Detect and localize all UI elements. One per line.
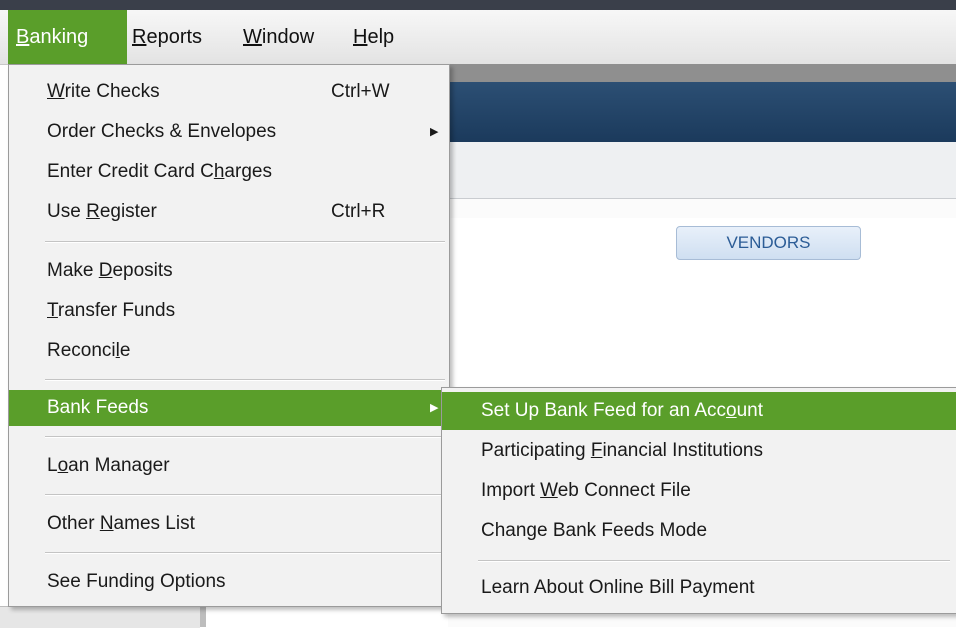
submenu-item-change-bank-feeds-mode[interactable]: Change Bank Feeds Mode <box>442 512 956 550</box>
submenu-item-set-up-bank-feed[interactable]: Set Up Bank Feed for an Account <box>442 392 956 430</box>
menu-window[interactable]: Window <box>243 10 314 64</box>
menu-bar: Banking Reports Window Help <box>0 10 956 65</box>
menu-item-label: Bank Feeds <box>47 397 149 418</box>
menu-item-see-funding-options[interactable]: See Funding Options <box>9 564 449 600</box>
menu-item-label: Order Checks & Envelopes <box>47 121 277 142</box>
menu-item-make-deposits[interactable]: Make Deposits <box>9 253 449 289</box>
menu-banking-accel: B <box>16 26 30 48</box>
submenu-item-participating-institutions[interactable]: Participating Financial Institutions <box>442 432 956 470</box>
header-band <box>448 82 956 142</box>
shortcut-label: Ctrl+R <box>331 201 386 222</box>
menu-item-bank-feeds[interactable]: Bank Feeds ▶ <box>9 390 449 426</box>
menu-item-use-register[interactable]: Use Register Ctrl+R <box>9 194 449 230</box>
menu-reports-rest: eports <box>146 26 203 48</box>
menu-item-label: Reconcile <box>47 340 131 361</box>
menu-item-label: Other Names List <box>47 513 195 534</box>
menu-item-loan-manager[interactable]: Loan Manager <box>9 448 449 484</box>
menu-help[interactable]: Help <box>353 10 394 64</box>
menu-separator <box>45 241 445 243</box>
menu-reports-accel: R <box>132 26 147 48</box>
submenu-item-label: Set Up Bank Feed for an Account <box>481 400 764 421</box>
menu-item-label: Loan Manager <box>47 455 170 476</box>
window-title-strip <box>0 0 956 10</box>
menu-window-accel: W <box>243 26 262 48</box>
submenu-item-label: Import Web Connect File <box>481 480 691 501</box>
menu-help-accel: H <box>353 26 368 48</box>
menu-window-rest: indow <box>261 26 315 48</box>
toolbar-area <box>448 142 956 199</box>
menu-banking[interactable]: Banking <box>8 10 127 64</box>
banking-dropdown: Write Checks Ctrl+W Order Checks & Envel… <box>8 64 450 607</box>
menu-banking-rest: anking <box>29 26 89 48</box>
vendors-button[interactable]: VENDORS <box>676 226 861 260</box>
submenu-separator <box>478 560 950 562</box>
submenu-item-label: Change Bank Feeds Mode <box>481 520 708 541</box>
menu-item-other-names-list[interactable]: Other Names List <box>9 506 449 542</box>
menu-reports[interactable]: Reports <box>132 10 202 64</box>
menu-item-label: See Funding Options <box>47 571 226 592</box>
menu-item-label: Enter Credit Card Charges <box>47 161 272 182</box>
menu-item-enter-credit-card-charges[interactable]: Enter Credit Card Charges <box>9 154 449 190</box>
left-panel-strip <box>0 606 200 628</box>
menu-separator <box>45 436 445 438</box>
gray-band <box>448 64 956 82</box>
menu-item-transfer-funds[interactable]: Transfer Funds <box>9 293 449 329</box>
submenu-item-label: Learn About Online Bill Payment <box>481 577 755 598</box>
menu-item-reconcile[interactable]: Reconcile <box>9 333 449 369</box>
menu-separator <box>45 552 445 554</box>
submenu-item-import-web-connect[interactable]: Import Web Connect File <box>442 472 956 510</box>
menu-help-rest: elp <box>367 26 395 48</box>
menu-separator <box>45 379 445 381</box>
submenu-arrow-icon: ▶ <box>430 126 439 138</box>
menu-item-label: Use Register <box>47 201 157 222</box>
left-panel-divider[interactable] <box>200 606 206 627</box>
submenu-item-learn-online-bill-payment[interactable]: Learn About Online Bill Payment <box>442 569 956 607</box>
menu-item-label: Transfer Funds <box>47 300 176 321</box>
menu-item-label: Make Deposits <box>47 260 173 281</box>
submenu-arrow-icon: ▶ <box>430 402 439 414</box>
menu-separator <box>45 494 445 496</box>
menu-item-write-checks[interactable]: Write Checks Ctrl+W <box>9 74 449 110</box>
shortcut-label: Ctrl+W <box>331 81 390 102</box>
menu-item-order-checks[interactable]: Order Checks & Envelopes ▶ <box>9 114 449 150</box>
menu-item-label: Write Checks <box>47 81 160 102</box>
submenu-item-label: Participating Financial Institutions <box>481 440 763 461</box>
bank-feeds-submenu: Set Up Bank Feed for an Account Particip… <box>441 387 956 614</box>
